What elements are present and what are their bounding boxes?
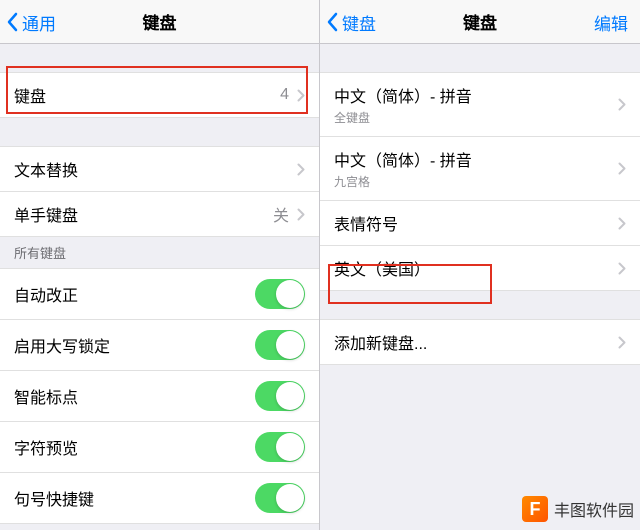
add-keyboard-row[interactable]: 添加新键盘... (320, 320, 640, 365)
chevron-left-icon (326, 12, 338, 32)
keyboard-row[interactable]: 中文（简体）- 拼音九宫格 (320, 137, 640, 201)
keyboards-row[interactable]: 键盘 4 (0, 73, 319, 118)
toggle-row[interactable]: 字符预览 (0, 422, 319, 473)
keyboard-row[interactable]: 中文（简体）- 拼音全键盘 (320, 73, 640, 137)
one-handed-row[interactable]: 单手键盘 关 (0, 192, 319, 237)
toggle-row[interactable]: 自动改正 (0, 269, 319, 320)
nav-title: 键盘 (143, 9, 177, 34)
navbar: 键盘 键盘 编辑 (320, 0, 640, 44)
nav-back-button[interactable]: 键盘 (326, 0, 376, 44)
watermark-text: 丰图软件园 (554, 497, 634, 521)
chevron-right-icon (297, 208, 305, 221)
toggle-row[interactable]: 句号快捷键 (0, 473, 319, 524)
screen-keyboard-settings: 通用 键盘 键盘 4 文本替换 (0, 0, 320, 530)
chevron-right-icon (618, 262, 626, 275)
toggle-switch[interactable] (255, 432, 305, 462)
cell-label: 中文（简体）- 拼音 (334, 147, 472, 171)
chevron-right-icon (618, 98, 626, 111)
cell-label: 键盘 (14, 83, 46, 107)
nav-back-label: 通用 (22, 10, 56, 35)
left-content: 键盘 4 文本替换 (0, 44, 319, 530)
screen-keyboards-list: 键盘 键盘 编辑 中文（简体）- 拼音全键盘中文（简体）- 拼音九宫格表情符号英… (320, 0, 640, 530)
cell-value: 关 (273, 202, 289, 226)
nav-back-button[interactable]: 通用 (6, 0, 56, 44)
cell-label: 中文（简体）- 拼音 (334, 83, 472, 107)
toggle-row[interactable]: 启用大写锁定 (0, 320, 319, 371)
chevron-right-icon (297, 89, 305, 102)
cell-label: 启用大写锁定 (14, 333, 110, 357)
toggle-switch[interactable] (255, 381, 305, 411)
chevron-right-icon (618, 162, 626, 175)
toggle-switch[interactable] (255, 279, 305, 309)
cell-label: 单手键盘 (14, 202, 78, 226)
cell-label: 自动改正 (14, 282, 78, 306)
toggle-switch[interactable] (255, 483, 305, 513)
footer-note: 轻点两下空格键插入句号（中文键盘）或插入句点与空格（其他键盘）。 (0, 524, 319, 530)
chevron-right-icon (618, 217, 626, 230)
nav-title: 键盘 (463, 9, 497, 34)
cell-label: 添加新键盘... (334, 330, 427, 354)
cell-sublabel: 九宫格 (334, 173, 472, 190)
text-replacement-row[interactable]: 文本替换 (0, 147, 319, 192)
cell-label: 文本替换 (14, 157, 78, 181)
section-header-all-keyboards: 所有键盘 (0, 237, 319, 268)
watermark-logo-icon: F (522, 496, 548, 522)
cell-label: 句号快捷键 (14, 486, 94, 510)
navbar: 通用 键盘 (0, 0, 319, 44)
toggle-switch[interactable] (255, 330, 305, 360)
nav-back-label: 键盘 (342, 10, 376, 35)
chevron-right-icon (618, 336, 626, 349)
toggle-row[interactable]: 智能标点 (0, 371, 319, 422)
cell-label: 表情符号 (334, 211, 398, 235)
chevron-left-icon (6, 12, 18, 32)
nav-edit-label: 编辑 (594, 10, 628, 35)
right-content: 中文（简体）- 拼音全键盘中文（简体）- 拼音九宫格表情符号英文（美国） 添加新… (320, 44, 640, 530)
cell-value: 4 (280, 86, 289, 104)
cell-label: 智能标点 (14, 384, 78, 408)
cell-label: 英文（美国） (334, 256, 430, 280)
nav-edit-button[interactable]: 编辑 (594, 0, 628, 44)
cell-sublabel: 全键盘 (334, 109, 472, 126)
keyboard-row[interactable]: 英文（美国） (320, 246, 640, 291)
watermark: F 丰图软件园 (522, 496, 634, 522)
cell-label: 字符预览 (14, 435, 78, 459)
chevron-right-icon (297, 163, 305, 176)
keyboard-row[interactable]: 表情符号 (320, 201, 640, 246)
